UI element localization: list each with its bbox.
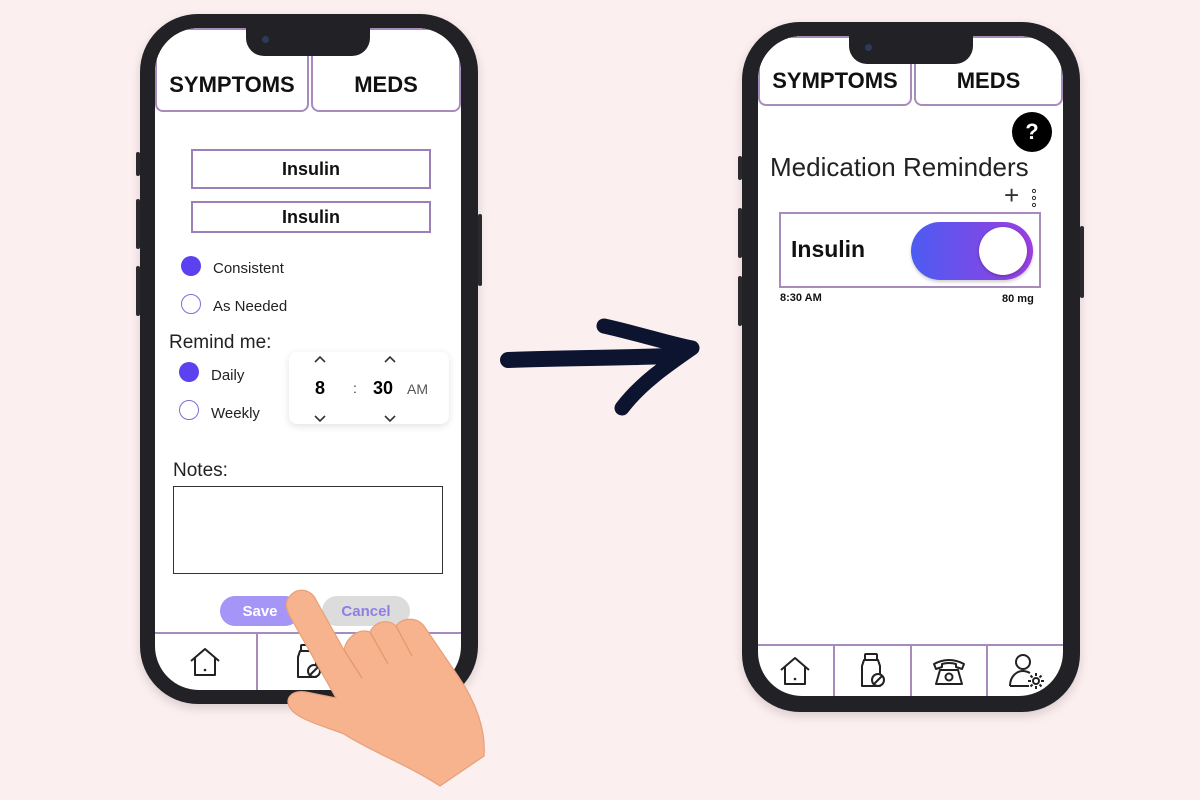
- reminder-dose: 80 mg: [1002, 293, 1034, 305]
- reminder-card[interactable]: Insulin: [779, 212, 1041, 288]
- help-button[interactable]: ?: [1012, 112, 1052, 152]
- reminder-toggle[interactable]: [911, 222, 1033, 280]
- more-options-icon[interactable]: [1030, 188, 1038, 210]
- medication-icon: [861, 653, 886, 687]
- time-picker[interactable]: 8 : 30 AM: [289, 352, 449, 424]
- nav-home[interactable]: [758, 646, 835, 696]
- remind-me-label: Remind me:: [169, 332, 272, 353]
- minute-down-chevron-icon[interactable]: [380, 408, 400, 428]
- pointing-hand-icon: [285, 589, 485, 787]
- phone-icon: [932, 659, 965, 685]
- consistent-radio[interactable]: [181, 256, 201, 276]
- notes-textarea[interactable]: [173, 486, 443, 574]
- right-screen: SYMPTOMS MEDS ? Medication Reminders + I…: [758, 36, 1063, 696]
- nav-medication[interactable]: [835, 646, 912, 696]
- weekly-radio[interactable]: [179, 400, 199, 420]
- minute-value[interactable]: 30: [373, 378, 393, 399]
- home-icon: [780, 657, 811, 685]
- add-reminder-button[interactable]: +: [1004, 182, 1019, 208]
- notch: [246, 28, 370, 56]
- daily-radio[interactable]: [179, 362, 199, 382]
- arrow-icon: [500, 318, 700, 416]
- weekly-label: Weekly: [211, 405, 260, 422]
- user-settings-icon: [1008, 654, 1044, 689]
- as-needed-label: As Needed: [213, 298, 288, 315]
- reminder-time: 8:30 AM: [780, 292, 822, 304]
- minute-up-chevron-icon[interactable]: [380, 350, 400, 370]
- page-title: Medication Reminders: [770, 152, 1029, 182]
- nav-phone[interactable]: [912, 646, 989, 696]
- reminder-name: Insulin: [791, 236, 866, 262]
- hour-value[interactable]: 8: [315, 378, 325, 399]
- nav-profile-settings[interactable]: [988, 646, 1063, 696]
- bottom-nav: [758, 644, 1063, 696]
- home-icon: [190, 648, 220, 676]
- medication-name-confirm-field[interactable]: Insulin: [191, 201, 431, 233]
- hour-down-chevron-icon[interactable]: [310, 408, 330, 428]
- ampm-value[interactable]: AM: [407, 381, 428, 397]
- toggle-knob: [979, 227, 1027, 275]
- as-needed-radio[interactable]: [181, 294, 201, 314]
- hour-up-chevron-icon[interactable]: [310, 350, 330, 370]
- medication-name-field[interactable]: Insulin: [191, 149, 431, 189]
- daily-label: Daily: [211, 367, 245, 384]
- consistent-label: Consistent: [213, 260, 284, 277]
- right-phone: SYMPTOMS MEDS ? Medication Reminders + I…: [738, 22, 1084, 712]
- nav-home[interactable]: [155, 634, 258, 690]
- time-separator: :: [353, 380, 357, 396]
- notes-label: Notes:: [173, 460, 228, 481]
- notch: [848, 36, 973, 64]
